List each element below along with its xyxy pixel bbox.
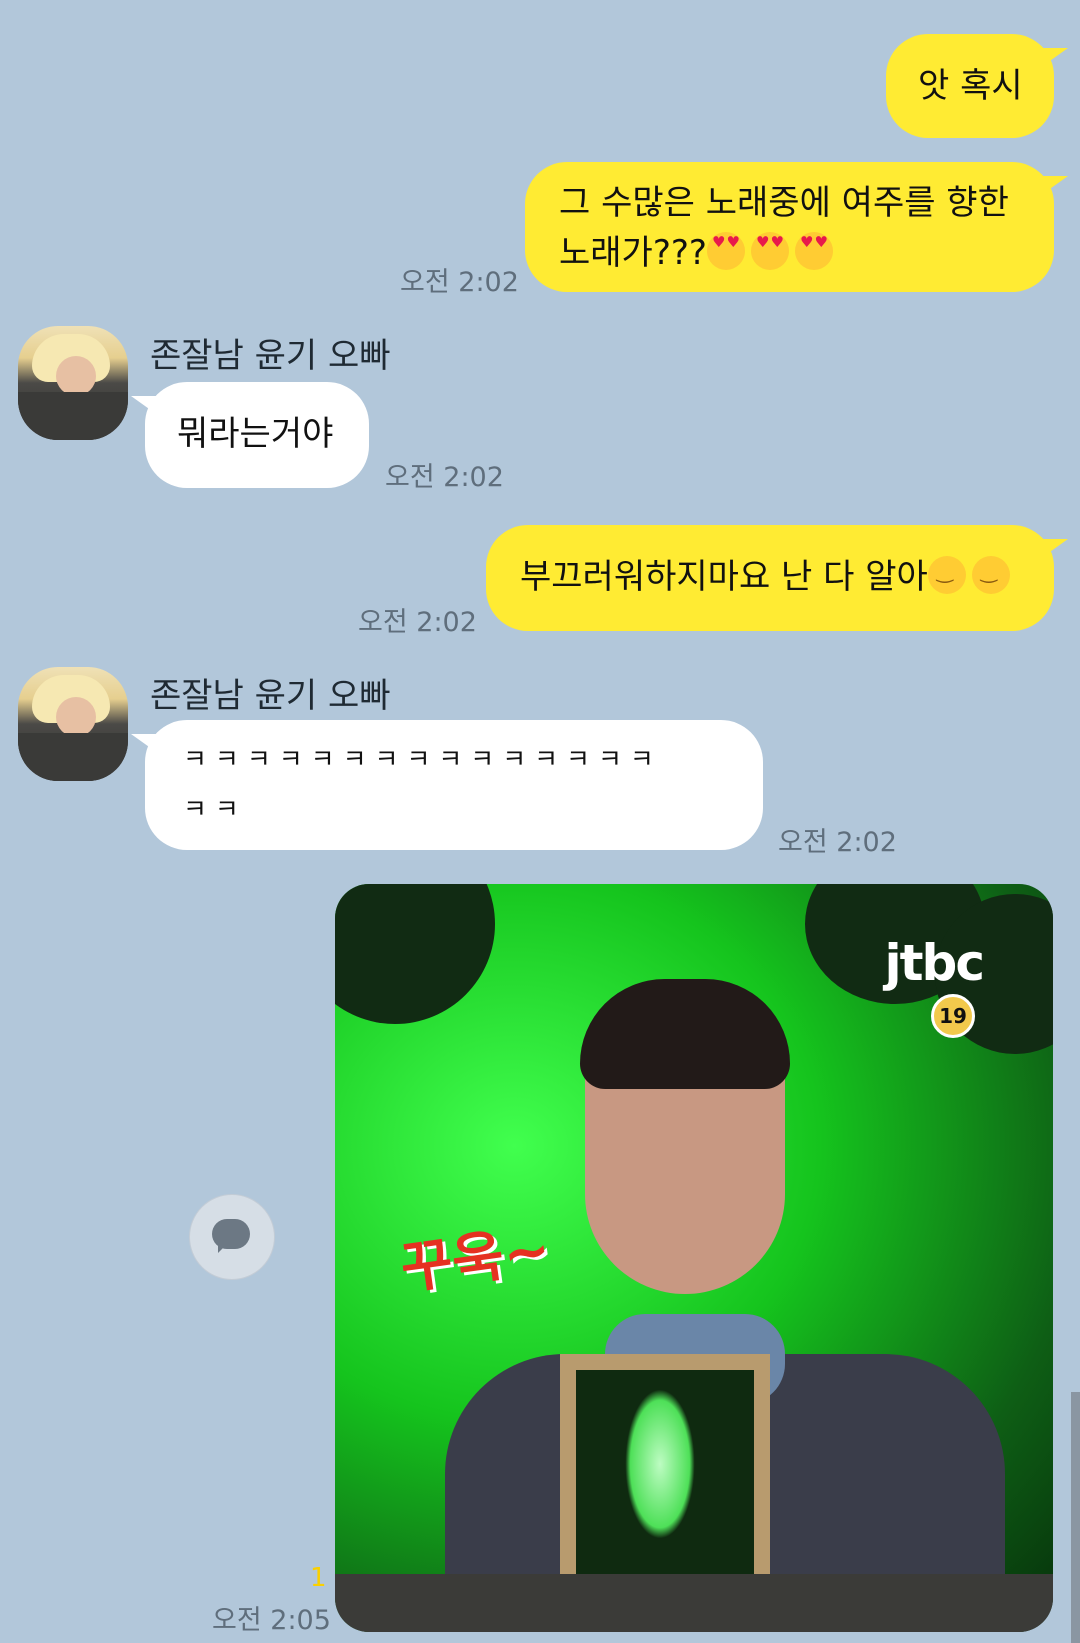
message-time: 오전 2:02 (358, 607, 477, 638)
heart-eyes-emoji (794, 232, 833, 270)
their-message-bubble[interactable]: ㅋㅋㅋㅋㅋㅋㅋㅋㅋㅋㅋㅋㅋㅋㅋ ㅋㅋ (131, 720, 763, 850)
unread-count: 1 (310, 1563, 327, 1593)
smiling-emoji (971, 556, 1010, 594)
image-message[interactable]: jtbc 19 꾸욱~ (335, 884, 1053, 1632)
message-text: 앗 혹시 (918, 66, 1023, 106)
message-text: 뭐라는거야 (177, 414, 334, 454)
speech-bubble-icon (212, 1219, 250, 1253)
their-message-bubble[interactable]: 뭐라는거야 (131, 382, 369, 488)
heart-eyes-emoji (706, 232, 745, 270)
message-time: 오전 2:02 (385, 462, 504, 493)
comment-button[interactable] (189, 1194, 275, 1280)
message-time: 오전 2:05 (212, 1605, 331, 1636)
my-message-bubble[interactable]: 앗 혹시 (886, 34, 1068, 138)
message-text-line: ㅋㅋㅋㅋㅋㅋㅋㅋㅋㅋㅋㅋㅋㅋㅋ (183, 745, 662, 775)
message-text: 부끄러워하지마요 난 다 알아 (520, 557, 928, 597)
message-text-line: 그 수많은 노래중에 여주를 향한 (559, 183, 1009, 223)
sender-name: 존잘남 윤기 오빠 (150, 676, 391, 716)
walking-figure-icon (625, 1389, 695, 1539)
smiling-emoji (927, 556, 966, 594)
scrollbar[interactable] (1071, 1392, 1080, 1643)
message-text-line: ㅋㅋ (183, 795, 247, 825)
message-text: 노래가??? (559, 233, 707, 273)
my-message-bubble[interactable]: 부끄러워하지마요 난 다 알아 (486, 525, 1068, 631)
message-text-line-with-emoji: 노래가??? (559, 228, 1054, 278)
my-message-bubble[interactable]: 그 수많은 노래중에 여주를 향한 노래가??? (525, 162, 1068, 292)
image-logo: jtbc (884, 934, 985, 992)
message-time: 오전 2:02 (778, 827, 897, 858)
age-badge: 19 (931, 994, 975, 1038)
sender-name: 존잘남 윤기 오빠 (150, 336, 391, 376)
heart-eyes-emoji (750, 232, 789, 270)
avatar[interactable] (18, 326, 128, 440)
message-time: 오전 2:02 (400, 267, 519, 298)
avatar[interactable] (18, 667, 128, 781)
image-caption: 꾸욱~ (396, 1216, 555, 1303)
